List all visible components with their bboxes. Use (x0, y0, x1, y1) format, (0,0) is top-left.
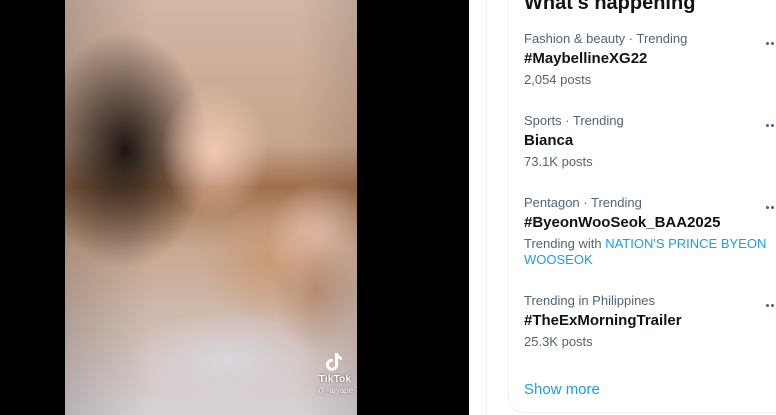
column-divider (486, 0, 487, 415)
more-options-icon[interactable] (762, 197, 776, 217)
trend-item[interactable]: Fashion & beauty · Trending #MaybellineX… (524, 31, 776, 88)
trend-name: #ByeonWooSeok_BAA2025 (524, 214, 721, 231)
trending-with: Trending with NATION'S PRINCE BYEON WOOS… (524, 236, 776, 268)
trend-meta: Pentagon · Trending (524, 195, 642, 210)
trend-item[interactable]: Pentagon · Trending #ByeonWooSeok_BAA202… (524, 195, 776, 268)
trend-meta: Sports · Trending (524, 113, 624, 128)
tiktok-handle: @_ajyape (316, 386, 354, 395)
page: TikTok @_ajyape What's happening Fashion… (0, 0, 776, 415)
show-more-link[interactable]: Show more (524, 381, 600, 398)
trend-name: Bianca (524, 132, 574, 149)
tiktok-logo-icon (326, 353, 342, 371)
trend-name: #MaybellineXG22 (524, 50, 648, 67)
trends-panel: What's happening Fashion & beauty · Tren… (508, 0, 776, 413)
trends-title: What's happening (524, 0, 696, 14)
tiktok-brand: TikTok (318, 374, 352, 385)
trend-meta: Fashion & beauty · Trending (524, 31, 688, 46)
trend-item[interactable]: Sports · Trending Bianca 73.1K posts (524, 113, 776, 170)
more-options-icon[interactable] (762, 115, 776, 135)
trend-item[interactable]: Trending in Philippines #TheExMorningTra… (524, 293, 776, 350)
more-options-icon[interactable] (762, 33, 776, 53)
more-options-icon[interactable] (762, 295, 776, 315)
tiktok-watermark: TikTok @_ajyape (313, 352, 357, 395)
trend-count: 25.3K posts (524, 334, 593, 349)
media-viewer: TikTok @_ajyape (0, 0, 469, 415)
trend-meta: Trending in Philippines (524, 293, 656, 308)
trend-count: 73.1K posts (524, 154, 593, 169)
trend-count: 2,054 posts (524, 72, 592, 87)
trend-name: #TheExMorningTrailer (524, 312, 682, 329)
video-player[interactable]: TikTok @_ajyape (65, 0, 357, 415)
trending-with-prefix: Trending with (524, 236, 602, 251)
